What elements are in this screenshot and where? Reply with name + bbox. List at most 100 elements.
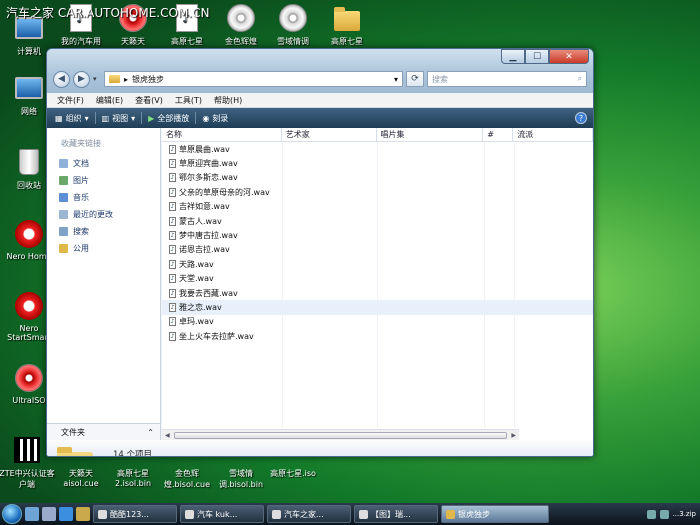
column-name[interactable]: 名称 (162, 128, 282, 141)
tray-icon[interactable] (646, 509, 656, 519)
file-row[interactable]: ♪ 吉祥如意.wav (162, 200, 593, 214)
refresh-button[interactable]: ⟳ (406, 71, 424, 87)
internet-explorer-icon[interactable] (59, 507, 73, 521)
menu-edit[interactable]: 编辑(E) (96, 95, 123, 106)
file-name: 坐上火车去拉萨.wav (179, 331, 254, 341)
sidebar-item-searches[interactable]: 搜索 (47, 223, 160, 240)
taskbar-item[interactable]: 汽车之家... (267, 505, 351, 523)
taskbar-item[interactable]: 【图】瑞... (354, 505, 438, 523)
navigation-pane: 收藏夹链接 文档 图片 音乐 最近的更改 搜索 公用 文件夹 ⌃ (47, 128, 161, 440)
audio-file-icon: ♪ (169, 173, 176, 183)
folder-icon (57, 447, 93, 456)
sidebar-item-music[interactable]: 音乐 (47, 189, 160, 206)
audio-file-icon: ♪ (169, 202, 176, 212)
taskbar-item[interactable]: 酷酷123... (93, 505, 177, 523)
file-row[interactable]: ♪ 蒙古人.wav (162, 214, 593, 228)
audio-file-icon: ♪ (169, 302, 176, 312)
browser-icon (272, 509, 281, 519)
quick-launch-menu-icon[interactable] (76, 507, 90, 521)
audio-file-icon: ♪ (169, 331, 176, 341)
file-row[interactable]: ♪ 天路.wav (162, 257, 593, 271)
file-name: 鄂尔多斯恋.wav (179, 173, 238, 183)
file-name: 卓玛.wav (179, 317, 214, 327)
file-list: 名称 艺术家 唱片集 # 流派 ♪ 草原晨曲.wav ♪ 草原迎宾曲.wav ♪ 鄂尔多斯… (162, 128, 593, 440)
scrollbar-thumb[interactable] (173, 431, 508, 439)
menu-help[interactable]: 帮助(H) (214, 95, 242, 106)
column-album[interactable]: 唱片集 (377, 128, 484, 141)
file-row[interactable]: ♪ 雅之恋.wav (162, 300, 593, 315)
tray-text: ...3.zip (672, 510, 696, 518)
audio-file-icon: ♪ (169, 231, 176, 241)
file-name: 天路.wav (179, 259, 214, 269)
start-button[interactable] (2, 504, 22, 524)
scroll-left-icon[interactable]: ◀ (165, 432, 170, 439)
divider (141, 112, 143, 124)
file-row[interactable]: ♪ 我要去西藏.wav (162, 286, 593, 300)
views-button[interactable]: ▥ 视图 ▾ (102, 113, 136, 124)
horizontal-scrollbar[interactable]: ◀ ▶ (162, 429, 519, 440)
recent-pages-dropdown[interactable]: ▾ (93, 75, 101, 83)
file-row[interactable]: ♪ 鄂尔多斯恋.wav (162, 171, 593, 185)
file-row[interactable]: ♪ 坐上火车去拉萨.wav (162, 329, 593, 343)
divider (195, 112, 197, 124)
browser-icon (185, 509, 194, 519)
search-input[interactable]: 搜索 ⌕ (427, 71, 587, 87)
audio-file-icon: ♪ (169, 216, 176, 226)
menu-view[interactable]: 查看(V) (135, 95, 163, 106)
file-row[interactable]: ♪ 梦中唐古拉.wav (162, 228, 593, 242)
back-button[interactable]: ◀ (53, 70, 70, 88)
burn-button[interactable]: ◉ 刻录 (202, 113, 228, 124)
taskbar-item[interactable]: 汽车 kuk... (180, 505, 264, 523)
sidebar-item-documents[interactable]: 文档 (47, 155, 160, 172)
chevron-down-icon: ▾ (131, 113, 136, 123)
details-pane: 14 个项目 (47, 440, 593, 456)
command-bar: ▦ 组织 ▾ ▥ 视图 ▾ ▶ 全部播放 ◉ 刻录 ? (47, 108, 593, 128)
folders-toggle[interactable]: 文件夹 ⌃ (47, 423, 160, 440)
help-icon[interactable]: ? (575, 112, 587, 124)
chevron-right-icon: ▸ (124, 74, 129, 84)
browser-icon (359, 509, 368, 519)
file-row[interactable]: ♪ 草原晨曲.wav (162, 142, 593, 156)
file-row[interactable]: ♪ 天堂.wav (162, 272, 593, 286)
column-artist[interactable]: 艺术家 (282, 128, 377, 141)
menu-file[interactable]: 文件(F) (57, 95, 84, 106)
title-bar[interactable]: ▁ ☐ ✕ ◀ ▶ ▾ ▸ 银虎独步 ▾ ⟳ 搜索 ⌕ (47, 49, 593, 93)
sidebar-item-pictures[interactable]: 图片 (47, 172, 160, 189)
play-all-button[interactable]: ▶ 全部播放 (148, 113, 189, 124)
file-name: 蒙古人.wav (179, 216, 222, 226)
file-name: 草原迎宾曲.wav (179, 159, 238, 169)
system-tray: ...3.zip (646, 509, 700, 519)
file-name: 草原晨曲.wav (179, 144, 230, 154)
file-name: 梦中唐古拉.wav (179, 231, 238, 241)
pictures-icon (59, 176, 68, 185)
tray-icon[interactable] (659, 509, 669, 519)
file-row[interactable]: ♪ 诺恩吉拉.wav (162, 243, 593, 257)
scroll-right-icon[interactable]: ▶ (511, 432, 516, 439)
sidebar-item-recent-changes[interactable]: 最近的更改 (47, 206, 160, 223)
minimize-button[interactable]: ▁ (501, 49, 525, 64)
desktop-icon-folder[interactable]: 高原七星 (318, 2, 376, 47)
file-rows: ♪ 草原晨曲.wav ♪ 草原迎宾曲.wav ♪ 鄂尔多斯恋.wav ♪ 父亲的草原母亲的河.… (162, 142, 593, 343)
organize-button[interactable]: ▦ 组织 ▾ (55, 113, 89, 124)
column-track-number[interactable]: # (483, 128, 514, 141)
sidebar-item-public[interactable]: 公用 (47, 240, 160, 257)
desktop-icon-disc[interactable]: 金色辉煌 (212, 2, 270, 47)
switch-windows-icon[interactable] (42, 507, 56, 521)
file-name: 我要去西藏.wav (179, 288, 238, 298)
address-dropdown-icon[interactable]: ▾ (394, 75, 398, 84)
file-row[interactable]: ♪ 父亲的草原母亲的河.wav (162, 185, 593, 199)
desktop-icon-disc[interactable]: 雪域情调 (264, 2, 322, 47)
taskbar-item-active[interactable]: 银虎独步 (441, 505, 549, 523)
maximize-button[interactable]: ☐ (525, 49, 549, 64)
address-bar[interactable]: ▸ 银虎独步 ▾ (104, 71, 403, 87)
close-button[interactable]: ✕ (549, 49, 589, 64)
file-row[interactable]: ♪ 卓玛.wav (162, 315, 593, 329)
audio-file-icon: ♪ (169, 159, 176, 169)
audio-file-icon: ♪ (169, 245, 176, 255)
file-row[interactable]: ♪ 草原迎宾曲.wav (162, 156, 593, 170)
column-genre[interactable]: 流派 (513, 128, 593, 141)
search-icon[interactable]: ⌕ (578, 74, 582, 84)
forward-button[interactable]: ▶ (73, 70, 90, 88)
show-desktop-icon[interactable] (25, 507, 39, 521)
menu-tools[interactable]: 工具(T) (175, 95, 202, 106)
